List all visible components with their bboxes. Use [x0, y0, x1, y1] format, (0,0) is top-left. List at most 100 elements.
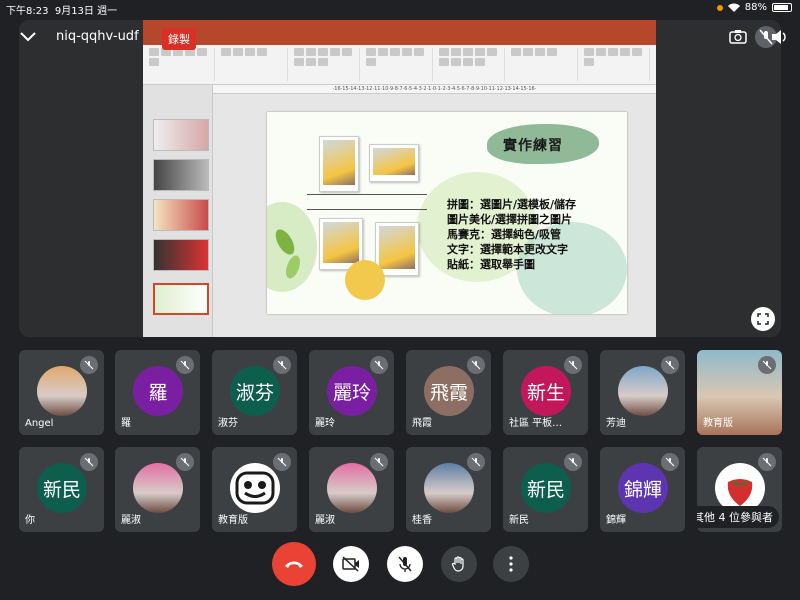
avatar-initials: 錦輝 — [623, 478, 662, 501]
slide-line: 文字：選擇範本更改文字 — [447, 243, 568, 256]
slide-line: 圖片美化/選擇拼圖之圖片 — [447, 213, 573, 226]
avatar: 新民 — [37, 463, 87, 513]
participant-tile[interactable]: 淑芬 淑芬 — [212, 350, 297, 435]
avatar — [230, 463, 280, 513]
participant-name: 麗淑 — [315, 515, 335, 526]
collage-photo — [369, 144, 419, 182]
slide-line: 拼圖：選圖片/選模板/儲存 — [447, 198, 577, 211]
participant-tile[interactable]: 教育版 — [212, 447, 297, 532]
mic-off-icon — [277, 360, 287, 370]
participant-name: 羅 — [121, 418, 131, 429]
camera-off-icon — [342, 556, 359, 572]
participant-mic-off — [758, 453, 776, 471]
meeting-code: niq-qqhv-udf — [56, 29, 139, 44]
camera-switch-icon[interactable] — [727, 26, 749, 48]
avatar-initials: 新民 — [526, 478, 565, 501]
slide-thumbnail-selected — [153, 283, 209, 315]
participant-tile[interactable]: 教育版 — [697, 350, 782, 435]
avatar: 麗玲 — [327, 366, 377, 416]
recording-badge: 錄製 — [162, 28, 196, 50]
mic-off-icon — [568, 360, 578, 370]
avatar: 羅 — [133, 366, 183, 416]
avatar — [618, 366, 668, 416]
slide-thumbnail — [153, 159, 209, 191]
shared-screen-powerpoint: ·16·15·14·13·12·11·10·9·8·7·6·5·4·3·2·1·… — [143, 20, 656, 337]
participant-tile[interactable]: 麗淑 — [309, 447, 394, 532]
current-slide: 實作練習 拼圖：選圖片/選模板/儲存 圖片美化/選擇拼圖之圖片 馬賽克：選擇純色… — [267, 112, 627, 314]
participant-tile[interactable]: 桂香 — [406, 447, 491, 532]
kid-sticker — [345, 260, 385, 300]
avatar: 淑芬 — [230, 366, 280, 416]
avatar — [327, 463, 377, 513]
participant-tile[interactable]: 芳迪 — [600, 350, 685, 435]
slide-thumbnail — [153, 199, 209, 231]
slide-thumbnail — [153, 119, 209, 151]
participant-tile[interactable]: 新民你 — [19, 447, 104, 532]
mic-off-icon — [471, 457, 481, 467]
avatar-initials: 新生 — [526, 381, 565, 404]
avatar-initials: 飛霞 — [429, 381, 468, 404]
participant-tile[interactable]: 其他 4 位參與者 — [697, 447, 782, 532]
fullscreen-button[interactable] — [751, 307, 775, 331]
more-options-button[interactable] — [493, 546, 529, 582]
participant-name: 新民 — [509, 515, 529, 526]
participant-name: 教育版 — [218, 515, 248, 526]
participant-name: 淑芬 — [218, 418, 238, 429]
participant-mic-off — [564, 453, 582, 471]
avatar — [37, 366, 87, 416]
participant-name: 社區 平板… — [509, 418, 563, 429]
raise-hand-button[interactable] — [441, 546, 477, 582]
participant-mic-off — [370, 356, 388, 374]
mic-off-icon — [180, 360, 190, 370]
participant-name: 飛霞 — [412, 418, 432, 429]
participant-name: 麗淑 — [121, 515, 141, 526]
participant-mic-off — [273, 453, 291, 471]
battery-percent: 88% — [744, 2, 767, 13]
ruler: ·16·15·14·13·12·11·10·9·8·7·6·5·4·3·2·1·… — [213, 85, 656, 94]
participant-name: 芳迪 — [606, 418, 626, 429]
avatar-initials: 淑芬 — [235, 381, 274, 404]
participant-mic-off — [758, 356, 776, 374]
collage-photo — [319, 136, 359, 192]
other-participants-badge[interactable]: 其他 4 位參與者 — [697, 506, 779, 528]
participant-name: 你 — [25, 515, 35, 526]
mic-off-icon — [180, 457, 190, 467]
meeting-header: niq-qqhv-udf 錄製 — [0, 20, 800, 56]
end-call-button[interactable] — [272, 542, 316, 586]
speaker-icon[interactable] — [768, 26, 790, 48]
end-call-icon — [285, 561, 303, 568]
mic-off-icon — [762, 360, 772, 370]
avatar: 飛霞 — [424, 366, 474, 416]
participant-name: Angel — [25, 418, 54, 429]
raise-hand-icon — [451, 556, 464, 572]
slide-instructions: 拼圖：選圖片/選模板/儲存 圖片美化/選擇拼圖之圖片 馬賽克：選擇純色/吸管 文… — [447, 197, 576, 272]
slide-title: 實作練習 — [503, 138, 563, 154]
participant-tile[interactable]: 新民 新民 — [503, 447, 588, 532]
participant-tile[interactable]: 麗玲 麗玲 — [309, 350, 394, 435]
collage-caption-box — [307, 194, 427, 210]
participant-tile[interactable]: Angel — [19, 350, 104, 435]
chevron-down-icon[interactable] — [18, 26, 38, 46]
mic-toggle-button[interactable] — [387, 546, 423, 582]
participant-mic-off — [661, 356, 679, 374]
slide-line: 貼紙：選取舉手圖 — [447, 258, 535, 271]
participant-mic-off — [273, 356, 291, 374]
participant-tile[interactable]: 羅羅 — [115, 350, 200, 435]
participant-mic-off — [467, 453, 485, 471]
presentation-area[interactable]: ·16·15·14·13·12·11·10·9·8·7·6·5·4·3·2·1·… — [19, 20, 781, 337]
participant-mic-off — [564, 356, 582, 374]
recording-dot — [716, 4, 723, 11]
mic-off-icon — [374, 360, 384, 370]
participant-tile[interactable]: 麗淑 — [115, 447, 200, 532]
avatar-initials: 羅 — [148, 381, 168, 404]
mic-off-icon — [568, 457, 578, 467]
camera-off-button[interactable] — [333, 546, 369, 582]
mic-off-icon — [471, 360, 481, 370]
participant-mic-off — [176, 356, 194, 374]
participant-mic-off — [661, 453, 679, 471]
participant-name: 教育版 — [703, 418, 733, 429]
mic-off-icon — [374, 457, 384, 467]
participant-tile[interactable]: 錦輝 錦輝 — [600, 447, 685, 532]
participant-tile[interactable]: 新生社區 平板… — [503, 350, 588, 435]
participant-tile[interactable]: 飛霞 飛霞 — [406, 350, 491, 435]
